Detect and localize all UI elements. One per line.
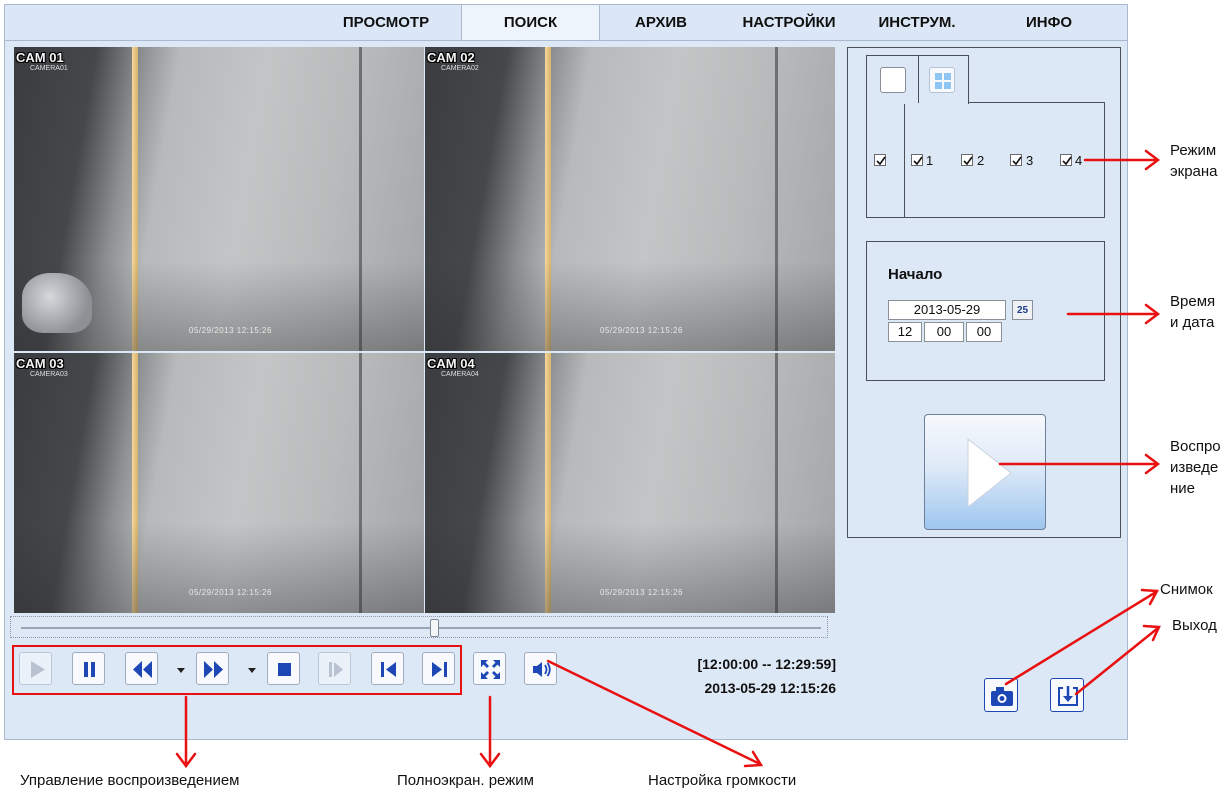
- camera-name: CAMERA03: [30, 371, 68, 378]
- play-icon: [967, 437, 1012, 509]
- tab-tools[interactable]: ИНСТРУМ.: [855, 5, 979, 41]
- skip-to-end-button[interactable]: [422, 652, 455, 685]
- camera-view-2[interactable]: CAM 02 CAMERA02 05/29/2013 12:15:26: [425, 47, 835, 351]
- snapshot-button[interactable]: [984, 678, 1018, 712]
- camera-timestamp: 05/29/2013 12:15:26: [600, 588, 683, 597]
- timeline-track: [21, 627, 821, 629]
- annotation-snapshot: Снимок: [1160, 581, 1213, 598]
- exit-button[interactable]: [1050, 678, 1084, 712]
- channel-3-checkbox[interactable]: [1010, 154, 1022, 166]
- timeline-thumb[interactable]: [430, 619, 439, 637]
- tab-view[interactable]: ПРОСМОТР: [319, 5, 453, 41]
- top-tab-bar: ПРОСМОТР ПОИСК АРХИВ НАСТРОЙКИ ИНСТРУМ. …: [4, 4, 1128, 41]
- tab-info[interactable]: ИНФО: [987, 5, 1111, 41]
- start-playback-button[interactable]: [924, 414, 1046, 530]
- skip-end-icon: [432, 662, 447, 677]
- channel-4-label: 4: [1075, 153, 1083, 168]
- channel-1-checkbox[interactable]: [911, 154, 923, 166]
- camera-label: CAM 03: [16, 356, 64, 371]
- rewind-button[interactable]: [125, 652, 158, 685]
- camera-label: CAM 04: [427, 356, 475, 371]
- time-range: [12:00:00 -- 12:29:59]: [697, 656, 836, 672]
- timeline-slider[interactable]: [10, 616, 828, 638]
- play-icon: [31, 661, 45, 678]
- skip-to-start-button[interactable]: [371, 652, 404, 685]
- rewind-speed-dropdown[interactable]: [177, 666, 185, 674]
- camera-label: CAM 01: [16, 50, 64, 65]
- fast-forward-icon: [204, 661, 223, 678]
- start-minute-field[interactable]: 00: [924, 322, 964, 342]
- calendar-button[interactable]: 25: [1012, 300, 1033, 320]
- annotation-exit: Выход: [1172, 617, 1217, 634]
- annotation-volume: Настройка громкости: [648, 772, 797, 789]
- select-all-checkbox[interactable]: [874, 154, 886, 166]
- pause-button[interactable]: [72, 652, 105, 685]
- channel-3-label: 3: [1026, 153, 1034, 168]
- play-button[interactable]: [19, 652, 52, 685]
- rewind-icon: [133, 661, 152, 678]
- pause-icon: [84, 662, 95, 677]
- current-time: 2013-05-29 12:15:26: [704, 680, 836, 696]
- forward-speed-dropdown[interactable]: [248, 666, 256, 674]
- single-view-layout-button[interactable]: [880, 67, 906, 93]
- volume-icon: [533, 662, 551, 677]
- annotation-playback-control: Управление воспроизведением: [20, 772, 240, 789]
- tab-search[interactable]: ПОИСК: [461, 5, 600, 41]
- annotation-playback: Воспро изведе ние: [1170, 438, 1221, 497]
- start-title: Начало: [888, 266, 943, 283]
- stop-icon: [278, 663, 291, 676]
- quad-view-layout-button[interactable]: [929, 67, 955, 93]
- step-forward-icon: [329, 662, 343, 677]
- channel-2-label: 2: [977, 153, 985, 168]
- camera-name: CAMERA04: [441, 371, 479, 378]
- start-date-field[interactable]: 2013-05-29: [888, 300, 1006, 320]
- stop-button[interactable]: [267, 652, 300, 685]
- annotation-fullscreen: Полноэкран. режим: [397, 772, 534, 789]
- annotation-screen-mode: Режим экрана: [1170, 142, 1218, 180]
- camera-view-1[interactable]: CAM 01 CAMERA01 05/29/2013 12:15:26: [14, 47, 424, 351]
- fullscreen-icon: [481, 660, 500, 679]
- camera-timestamp: 05/29/2013 12:15:26: [189, 588, 272, 597]
- start-hour-field[interactable]: 12: [888, 322, 922, 342]
- annotation-time-date: Время и дата: [1170, 293, 1216, 331]
- tab-archive[interactable]: АРХИВ: [605, 5, 717, 41]
- channel-1-label: 1: [926, 153, 934, 168]
- fast-forward-button[interactable]: [196, 652, 229, 685]
- channel-4-checkbox[interactable]: [1060, 154, 1072, 166]
- step-forward-button[interactable]: [318, 652, 351, 685]
- volume-button[interactable]: [524, 652, 557, 685]
- camera-timestamp: 05/29/2013 12:15:26: [600, 326, 683, 335]
- camera-icon: [991, 687, 1013, 706]
- camera-name: CAMERA01: [30, 65, 68, 72]
- camera-view-3[interactable]: CAM 03 CAMERA03 05/29/2013 12:15:26: [14, 353, 424, 613]
- calendar-icon: 25: [1016, 305, 1029, 316]
- camera-view-4[interactable]: CAM 04 CAMERA04 05/29/2013 12:15:26: [425, 353, 835, 613]
- camera-label: CAM 02: [427, 50, 475, 65]
- start-second-field[interactable]: 00: [966, 322, 1002, 342]
- tab-settings[interactable]: НАСТРОЙКИ: [727, 5, 851, 41]
- exit-icon: [1058, 686, 1078, 706]
- camera-name: CAMERA02: [441, 65, 479, 72]
- channel-2-checkbox[interactable]: [961, 154, 973, 166]
- quad-grid-icon: [935, 73, 951, 89]
- camera-timestamp: 05/29/2013 12:15:26: [189, 326, 272, 335]
- fullscreen-button[interactable]: [473, 652, 506, 685]
- skip-start-icon: [381, 662, 396, 677]
